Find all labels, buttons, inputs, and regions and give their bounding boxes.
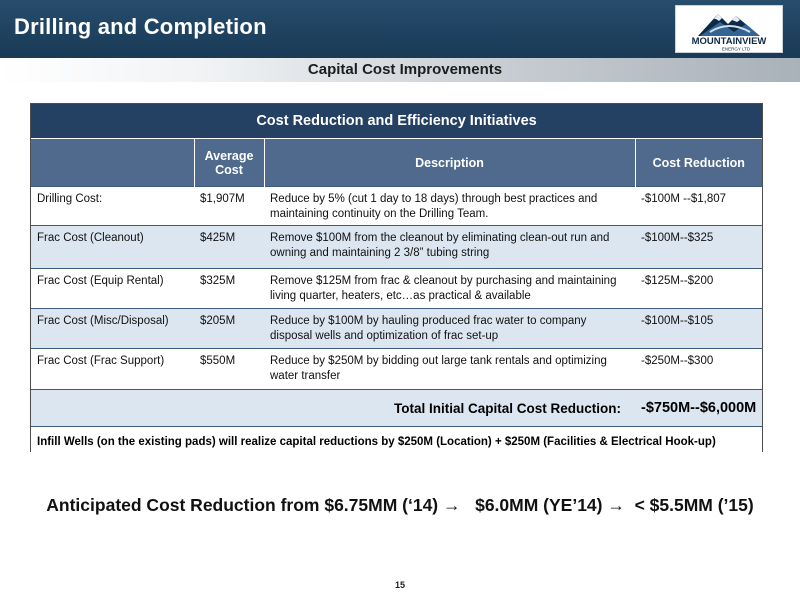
row-cost-reduction: -$100M --$1,807 xyxy=(635,186,763,226)
column-header-cost-reduction: Cost Reduction xyxy=(635,138,763,187)
table-row: Drilling Cost: $1,907M Reduce by 5% (cut… xyxy=(31,186,763,226)
row-item: Frac Cost (Misc/Disposal) xyxy=(31,308,194,349)
total-row: Total Initial Capital Cost Reduction: -$… xyxy=(31,389,763,427)
row-description: Reduce by 5% (cut 1 day to 18 days) thro… xyxy=(264,186,635,226)
row-average-cost: $425M xyxy=(194,225,264,269)
column-header-item xyxy=(31,138,195,187)
company-logo: MOUNTAINVIEW ENERGY LTD xyxy=(675,5,783,53)
row-cost-reduction: -$100M--$325 xyxy=(635,225,763,269)
row-average-cost: $205M xyxy=(194,308,264,349)
svg-text:MOUNTAINVIEW: MOUNTAINVIEW xyxy=(692,36,767,47)
table-title: Cost Reduction and Efficiency Initiative… xyxy=(31,104,763,139)
cost-reduction-table: Cost Reduction and Efficiency Initiative… xyxy=(30,103,763,457)
row-cost-reduction: -$100M--$105 xyxy=(635,308,763,349)
mountain-logo-icon: MOUNTAINVIEW ENERGY LTD xyxy=(676,6,782,52)
slide-subtitle: Capital Cost Improvements xyxy=(307,61,503,78)
header-band: Drilling and Completion MOUNTAINVIEW ENE… xyxy=(0,0,800,58)
row-average-cost: $550M xyxy=(194,348,264,390)
column-header-average-cost: Average Cost xyxy=(194,138,265,187)
row-item: Frac Cost (Equip Rental) xyxy=(31,268,194,309)
infill-wells-note: Infill Wells (on the existing pads) will… xyxy=(31,426,763,457)
row-description: Remove $125M from frac & cleanout by pur… xyxy=(264,268,635,309)
row-cost-reduction: -$250M--$300 xyxy=(635,348,763,390)
row-cost-reduction: -$125M--$200 xyxy=(635,268,763,309)
page-number: 15 xyxy=(394,580,405,590)
table-header-row: Average Cost Description Cost Reduction xyxy=(31,138,763,187)
row-item: Frac Cost (Cleanout) xyxy=(31,225,194,269)
total-label: Total Initial Capital Cost Reduction: xyxy=(31,389,635,427)
table-row: Frac Cost (Equip Rental) $325M Remove $1… xyxy=(31,268,763,309)
slide-title: Drilling and Completion xyxy=(14,14,267,39)
row-item: Drilling Cost: xyxy=(31,186,194,226)
svg-text:ENERGY LTD: ENERGY LTD xyxy=(722,47,751,52)
row-item: Frac Cost (Frac Support) xyxy=(31,348,194,390)
column-header-description: Description xyxy=(264,138,636,187)
footer-row: Infill Wells (on the existing pads) will… xyxy=(31,426,763,457)
subtitle-band: Capital Cost Improvements xyxy=(0,58,800,82)
table-row: Frac Cost (Misc/Disposal) $205M Reduce b… xyxy=(31,308,763,349)
row-description: Reduce by $250M by bidding out large tan… xyxy=(264,348,635,390)
row-description: Reduce by $100M by hauling produced frac… xyxy=(264,308,635,349)
row-average-cost: $1,907M xyxy=(194,186,264,226)
row-description: Remove $100M from the cleanout by elimin… xyxy=(264,225,635,269)
row-average-cost: $325M xyxy=(194,268,264,309)
anticipated-cost-reduction: Anticipated Cost Reduction from $6.75MM … xyxy=(46,495,754,515)
table-row: Frac Cost (Frac Support) $550M Reduce by… xyxy=(31,348,763,390)
total-value: -$750M--$6,000M xyxy=(635,389,763,427)
table-row: Frac Cost (Cleanout) $425M Remove $100M … xyxy=(31,225,763,269)
